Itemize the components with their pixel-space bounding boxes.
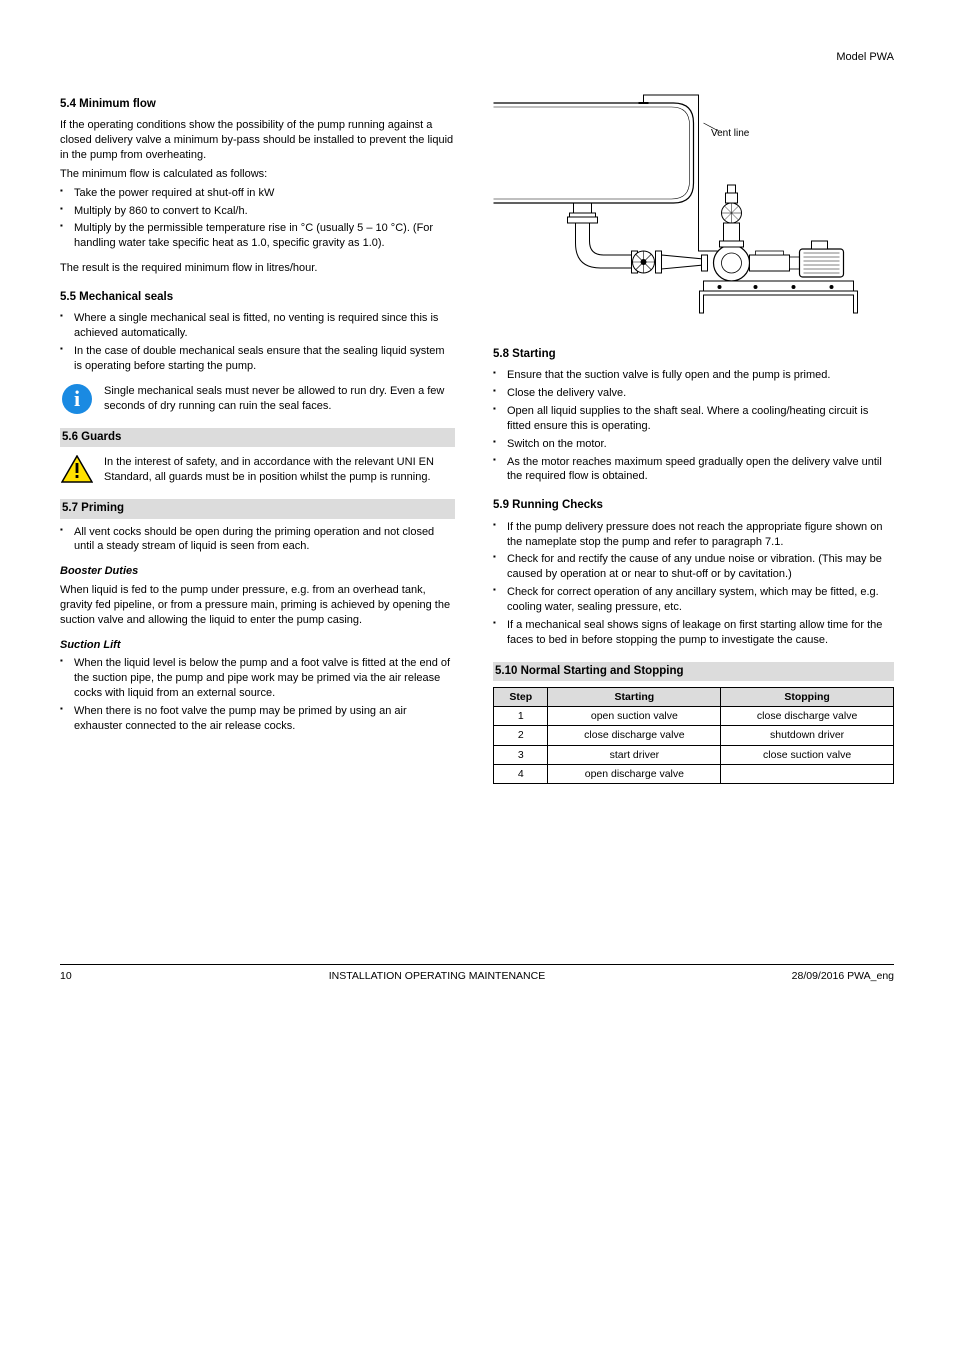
- th-starting: Starting: [548, 688, 721, 707]
- info-text: Single mechanical seals must never be al…: [104, 384, 455, 414]
- warning-icon: [61, 455, 93, 483]
- series-label: Model PWA: [836, 50, 894, 65]
- warning-callout: In the interest of safety, and in accord…: [60, 455, 455, 485]
- left-column: 5.4 Minimum flow If the operating condit…: [60, 83, 455, 784]
- list-item: Check for correct operation of any ancil…: [493, 585, 894, 615]
- h-5-9: 5.9 Running Checks: [493, 498, 894, 514]
- list-item: Multiply by the permissible temperature …: [60, 221, 455, 251]
- list-item: Take the power required at shut-off in k…: [60, 186, 455, 201]
- info-icon: i: [62, 384, 92, 414]
- list-5-4: Take the power required at shut-off in k…: [60, 186, 455, 251]
- list-item: Switch on the motor.: [493, 437, 894, 452]
- list-item: In the case of double mechanical seals e…: [60, 344, 455, 374]
- list-item: Check for and rectify the cause of any u…: [493, 552, 894, 582]
- list-item: Ensure that the suction valve is fully o…: [493, 368, 894, 383]
- info-callout: i Single mechanical seals must never be …: [60, 384, 455, 414]
- p-5-4-1: If the operating conditions show the pos…: [60, 118, 455, 163]
- table-row: 2 close discharge valve shutdown driver: [494, 726, 894, 745]
- page-footer: 10 INSTALLATION OPERATING MAINTENANCE 28…: [60, 964, 894, 983]
- list-item: When the liquid level is below the pump …: [60, 656, 455, 701]
- p-5-4-3: The result is the required minimum flow …: [60, 261, 455, 276]
- list-item: If the pump delivery pressure does not r…: [493, 520, 894, 550]
- list-5-8: Ensure that the suction valve is fully o…: [493, 368, 894, 484]
- list-item: If a mechanical seal shows signs of leak…: [493, 618, 894, 648]
- h-5-4: 5.4 Minimum flow: [60, 97, 455, 113]
- footer-right: 28/09/2016 PWA_eng: [774, 969, 894, 983]
- list-item: Where a single mechanical seal is fitted…: [60, 311, 455, 341]
- list-item: Multiply by 860 to convert to Kcal/h.: [60, 204, 455, 219]
- list-5-9: If the pump delivery pressure does not r…: [493, 520, 894, 648]
- vent-line-label: Vent line: [711, 127, 749, 141]
- list-item: Open all liquid supplies to the shaft se…: [493, 404, 894, 434]
- footer-page: 10: [60, 969, 100, 983]
- right-column: Vent line 5.8 Starting Ensure that the s…: [493, 83, 894, 784]
- pump-diagram: Vent line: [493, 83, 894, 333]
- h-5-7: 5.7 Priming: [60, 499, 455, 519]
- p-5-4-2: The minimum flow is calculated as follow…: [60, 167, 455, 182]
- list-5-7: All vent cocks should be open during the…: [60, 525, 455, 555]
- table-row: 3 start driver close suction valve: [494, 745, 894, 764]
- list-item: All vent cocks should be open during the…: [60, 525, 455, 555]
- list-item: Close the delivery valve.: [493, 386, 894, 401]
- h-5-5: 5.5 Mechanical seals: [60, 290, 455, 306]
- list-item: As the motor reaches maximum speed gradu…: [493, 455, 894, 485]
- table-row: 4 open discharge valve: [494, 764, 894, 783]
- p-booster: When liquid is fed to the pump under pre…: [60, 583, 455, 628]
- h-5-8: 5.8 Starting: [493, 347, 894, 363]
- table-row: 1 open suction valve close discharge val…: [494, 707, 894, 726]
- subhead-booster: Booster Duties: [60, 564, 455, 579]
- subhead-suction: Suction Lift: [60, 638, 455, 653]
- warning-text: In the interest of safety, and in accord…: [104, 455, 455, 485]
- list-suction: When the liquid level is below the pump …: [60, 656, 455, 733]
- h-5-10: 5.10 Normal Starting and Stopping: [493, 662, 894, 682]
- h-5-6: 5.6 Guards: [60, 428, 455, 448]
- start-stop-table: Step Starting Stopping 1 open suction va…: [493, 687, 894, 784]
- list-item: When there is no foot valve the pump may…: [60, 704, 455, 734]
- list-5-5: Where a single mechanical seal is fitted…: [60, 311, 455, 373]
- th-stopping: Stopping: [721, 688, 894, 707]
- footer-center: INSTALLATION OPERATING MAINTENANCE: [100, 969, 774, 983]
- th-step: Step: [494, 688, 548, 707]
